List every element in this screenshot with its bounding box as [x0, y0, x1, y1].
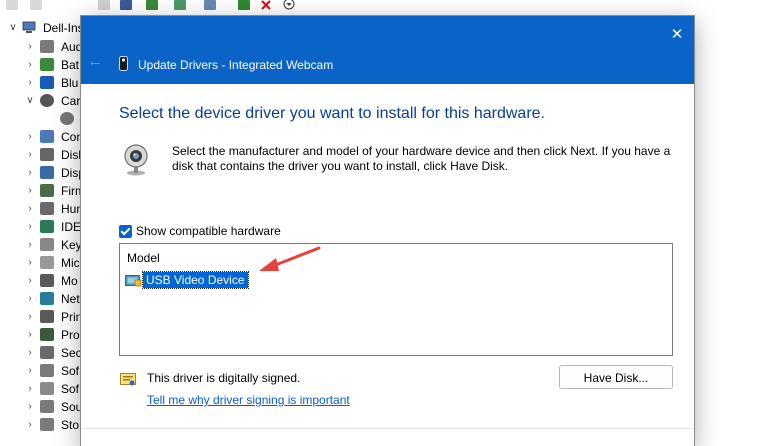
chevron-right-icon[interactable]: ›: [25, 149, 35, 161]
chevron-right-icon[interactable]: ›: [25, 185, 35, 197]
device-category-icon: [40, 418, 54, 431]
device-category-icon: [40, 148, 54, 161]
checkbox-checked-icon[interactable]: [119, 224, 132, 238]
device-category-icon: [40, 310, 54, 323]
device-category-icon: [40, 364, 54, 377]
chevron-right-icon[interactable]: ›: [25, 59, 35, 71]
tree-item-label[interactable]: Key: [61, 237, 82, 253]
tree-item-label[interactable]: Mic: [61, 255, 80, 271]
tree-item-label[interactable]: Sec: [61, 345, 82, 361]
model-item-label[interactable]: USB Video Device: [142, 271, 249, 289]
chevron-right-icon[interactable]: ›: [25, 239, 35, 251]
model-column-header: Model: [127, 251, 160, 265]
toolbar-add-driver-icon[interactable]: [238, 0, 250, 10]
chevron-right-icon[interactable]: ›: [25, 311, 35, 323]
chevron-right-icon[interactable]: ›: [25, 41, 35, 53]
chevron-right-icon[interactable]: ›: [25, 203, 35, 215]
chevron-right-icon[interactable]: ›: [25, 401, 35, 413]
page-heading: Select the device driver you want to ins…: [119, 105, 545, 122]
dialog-divider: [81, 428, 694, 429]
dialog-title: Update Drivers - Integrated Webcam: [138, 58, 334, 72]
chevron-right-icon[interactable]: ›: [25, 365, 35, 377]
tree-item-label[interactable]: Sof: [61, 363, 79, 379]
tree-item-label[interactable]: Con: [61, 129, 83, 145]
device-category-icon: [40, 274, 54, 287]
chevron-down-icon[interactable]: ∨: [8, 22, 18, 34]
driver-signing-link[interactable]: Tell me why driver signing is important: [147, 393, 350, 407]
computer-icon: [22, 21, 36, 33]
tree-item-label[interactable]: Sof: [61, 381, 79, 397]
device-category-icon: [40, 328, 54, 341]
chevron-right-icon[interactable]: ›: [25, 293, 35, 305]
device-category-icon: [40, 292, 54, 305]
device-category-icon: [40, 256, 54, 269]
update-drivers-dialog: ✕ ← Update Drivers - Integrated Webcam S…: [81, 16, 694, 446]
tree-item-label[interactable]: Blu: [61, 75, 78, 91]
chevron-right-icon[interactable]: ›: [25, 347, 35, 359]
toolbar-forward-icon[interactable]: [30, 0, 42, 10]
model-list-item[interactable]: USB Video Device: [125, 271, 249, 289]
device-category-icon: [40, 166, 54, 179]
device-category-icon: [40, 76, 54, 89]
toolbar-help-icon[interactable]: [120, 0, 132, 10]
tree-item-label[interactable]: Pro: [61, 327, 80, 343]
tree-item-label[interactable]: Aud: [61, 39, 82, 55]
tree-item-label[interactable]: IDE: [61, 219, 81, 235]
device-category-icon: [40, 238, 54, 251]
device-category-icon: [40, 202, 54, 215]
device-category-icon: [40, 400, 54, 413]
dialog-titlebar: ✕ ← Update Drivers - Integrated Webcam: [81, 16, 694, 84]
chevron-right-icon[interactable]: ›: [25, 383, 35, 395]
device-category-icon: [40, 40, 54, 53]
webcam-small-icon: [119, 56, 128, 71]
tree-item-label[interactable]: Prin: [61, 309, 82, 325]
device-category-icon: [40, 220, 54, 233]
toolbar-monitor-icon[interactable]: [204, 0, 216, 10]
toolbar-back-icon[interactable]: [6, 0, 18, 10]
device-category-icon: [40, 184, 54, 197]
show-compatible-checkbox[interactable]: Show compatible hardware: [119, 224, 281, 238]
close-icon[interactable]: ✕: [666, 25, 688, 45]
toolbar-uninstall-icon[interactable]: [260, 0, 272, 10]
device-category-icon: [40, 130, 54, 143]
certificate-icon: [120, 373, 136, 386]
chevron-right-icon[interactable]: ›: [25, 419, 35, 431]
webcam-icon: [124, 144, 148, 176]
device-category-icon: [40, 58, 54, 71]
tree-item-label[interactable]: Net: [61, 291, 80, 307]
digitally-signed-text: This driver is digitally signed.: [147, 371, 301, 385]
show-compatible-label[interactable]: Show compatible hardware: [136, 224, 281, 238]
have-disk-button[interactable]: Have Disk...: [559, 365, 673, 389]
red-arrow-icon: [259, 246, 321, 271]
device-category-icon: [60, 112, 74, 125]
model-list[interactable]: Model USB Video Device: [119, 243, 673, 356]
tree-item-label[interactable]: Sou: [61, 399, 82, 415]
tree-item-label[interactable]: Car: [61, 93, 80, 109]
chevron-right-icon[interactable]: ›: [25, 221, 35, 233]
tree-item-label[interactable]: Mo: [61, 273, 78, 289]
tree-root-label[interactable]: Dell-Ins: [43, 20, 84, 36]
toolbar-scan-icon[interactable]: [174, 0, 186, 10]
chevron-right-icon[interactable]: ›: [25, 257, 35, 269]
back-arrow-icon[interactable]: ←: [87, 54, 103, 70]
device-category-icon: [40, 94, 54, 107]
device-category-icon: [40, 382, 54, 395]
tree-item-label[interactable]: Bat: [61, 57, 79, 73]
toolbar-download-icon[interactable]: [283, 0, 295, 10]
device-category-icon: [40, 346, 54, 359]
device-manager-toolbar: [0, 0, 774, 12]
toolbar-update-icon[interactable]: [146, 0, 158, 10]
chevron-right-icon[interactable]: ›: [25, 329, 35, 341]
monitor-device-icon: [125, 274, 142, 286]
tree-item-label[interactable]: Sto: [61, 417, 79, 433]
toolbar-properties-icon[interactable]: [98, 0, 110, 10]
chevron-right-icon[interactable]: ›: [25, 77, 35, 89]
chevron-right-icon[interactable]: ›: [25, 167, 35, 179]
chevron-right-icon[interactable]: ›: [25, 275, 35, 287]
chevron-right-icon[interactable]: ›: [25, 131, 35, 143]
instructions-text: Select the manufacturer and model of you…: [172, 144, 671, 173]
chevron-down-icon[interactable]: ∨: [25, 95, 35, 107]
